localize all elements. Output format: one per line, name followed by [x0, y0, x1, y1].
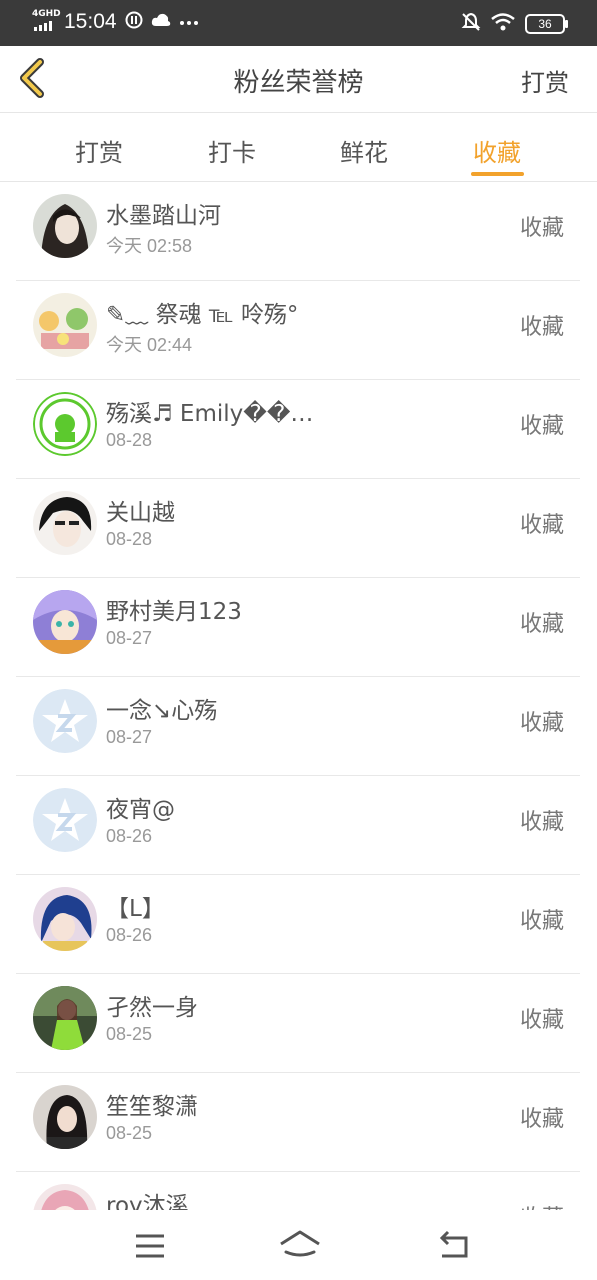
cloud-icon	[151, 12, 171, 32]
home-button[interactable]	[278, 1228, 322, 1264]
list-item[interactable]: 笙笙黎潇 08-25 收藏	[16, 1073, 580, 1172]
fan-action: 收藏	[519, 513, 564, 538]
back-icon	[439, 1230, 468, 1258]
fan-action: 收藏	[519, 315, 564, 340]
signal-icon: 4GHD	[32, 10, 61, 33]
system-nav-bar	[0, 1210, 597, 1280]
avatar	[33, 392, 97, 456]
fan-name: 殇溪♬ Emily��…	[106, 401, 314, 427]
avatar	[33, 194, 97, 258]
tab-checkin[interactable]: 打卡	[192, 133, 272, 168]
page-title: 粉丝荣誉榜	[233, 68, 364, 98]
avatar	[33, 293, 97, 357]
back-nav-button[interactable]	[436, 1228, 476, 1264]
fan-action: 收藏	[519, 414, 564, 439]
fan-name: 笙笙黎潇	[106, 1094, 198, 1120]
fan-time: 08-26	[106, 925, 153, 945]
tab-bar: 打赏 打卡 鲜花 收藏	[0, 113, 597, 182]
fan-name: 孑然一身	[106, 995, 198, 1021]
fan-action: 收藏	[519, 216, 564, 241]
list-item[interactable]: 一念↘心殇 08-27 收藏	[16, 677, 580, 776]
list-item[interactable]: 【L】 08-26 收藏	[16, 875, 580, 974]
reward-button[interactable]: 打赏	[521, 63, 569, 98]
fan-name: 水墨踏山河	[106, 203, 221, 229]
avatar	[33, 491, 97, 555]
tab-flowers[interactable]: 鲜花	[324, 133, 404, 168]
list-item[interactable]: 野村美月123 08-27 收藏	[16, 578, 580, 677]
list-item[interactable]: 夜宵@ 08-26 收藏	[16, 776, 580, 875]
fan-time: 08-28	[106, 529, 153, 549]
tab-reward[interactable]: 打赏	[59, 133, 139, 168]
avatar	[33, 1085, 97, 1149]
list-item[interactable]: 殇溪♬ Emily��… 08-28 收藏	[16, 380, 580, 479]
mute-icon	[461, 12, 481, 36]
fan-name: 【L】	[106, 896, 165, 922]
menu-button[interactable]	[130, 1228, 170, 1264]
avatar	[33, 590, 97, 654]
list-item[interactable]: ✎﹏ 祭魂 ℡ 呤殇° 今天 02:44 收藏	[16, 281, 580, 380]
avatar	[33, 986, 97, 1050]
avatar	[33, 689, 97, 753]
fan-time: 08-25	[106, 1024, 153, 1044]
fan-time: 08-27	[106, 628, 153, 648]
fan-action: 收藏	[519, 1008, 564, 1033]
more-dots-icon	[179, 14, 199, 30]
battery-icon: 36	[525, 14, 568, 34]
list-item[interactable]: 孑然一身 08-25 收藏	[16, 974, 580, 1073]
fan-time: 08-27	[106, 727, 153, 747]
fan-name: 关山越	[106, 500, 175, 526]
avatar	[33, 887, 97, 951]
home-icon	[280, 1230, 320, 1257]
tab-favorites[interactable]: 收藏	[457, 133, 537, 168]
fan-time: 08-25	[106, 1123, 153, 1143]
data-saver-icon	[125, 11, 143, 33]
fan-time: 今天 02:58	[106, 236, 193, 256]
status-time: 15:04	[64, 10, 117, 33]
list-item[interactable]: 水墨踏山河 今天 02:58 收藏	[16, 182, 580, 281]
fan-action: 收藏	[519, 1107, 564, 1132]
fan-time: 今天 02:44	[106, 335, 193, 355]
active-tab-indicator	[471, 172, 524, 176]
fan-action: 收藏	[519, 711, 564, 736]
fan-name: ✎﹏ 祭魂 ℡ 呤殇°	[106, 302, 299, 328]
avatar	[33, 788, 97, 852]
fan-time: 08-28	[106, 430, 153, 450]
fan-time: 08-26	[106, 826, 153, 846]
fan-action: 收藏	[519, 612, 564, 637]
fan-action: 收藏	[519, 810, 564, 835]
menu-icon	[136, 1234, 164, 1258]
fan-name: 夜宵@	[106, 797, 175, 823]
app-header: 粉丝荣誉榜 打赏	[0, 46, 597, 113]
wifi-icon	[491, 13, 515, 35]
fan-name: 野村美月123	[106, 599, 242, 625]
fan-list: 水墨踏山河 今天 02:58 收藏 ✎﹏ 祭魂 ℡ 呤殇° 今天 02:44 收…	[16, 182, 580, 1271]
status-bar: 4GHD 15:04 36	[0, 0, 597, 46]
list-item[interactable]: 关山越 08-28 收藏	[16, 479, 580, 578]
fan-action: 收藏	[519, 909, 564, 934]
fan-name: 一念↘心殇	[106, 698, 218, 724]
